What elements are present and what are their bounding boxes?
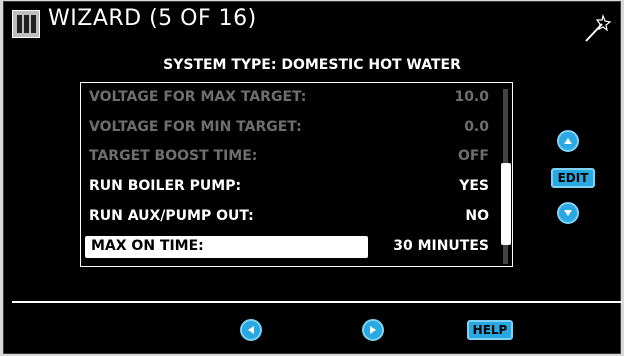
- page-title: WIZARD (5 OF 16): [48, 6, 257, 31]
- list-item-target-boost[interactable]: TARGET BOOST TIME: OFF: [89, 146, 489, 168]
- up-arrow-icon: [564, 138, 572, 144]
- list-item-voltage-max[interactable]: VOLTAGE FOR MAX TARGET: 10.0: [89, 87, 489, 109]
- setting-label: MAX ON TIME:: [91, 238, 204, 254]
- scrollbar-thumb[interactable]: [501, 163, 511, 245]
- right-arrow-icon: [370, 326, 376, 334]
- down-arrow-icon: [564, 210, 572, 216]
- setting-value: NO: [465, 208, 489, 224]
- list-item-voltage-min[interactable]: VOLTAGE FOR MIN TARGET: 0.0: [89, 117, 489, 139]
- setting-label: VOLTAGE FOR MIN TARGET:: [89, 119, 302, 135]
- wizard-screen: WIZARD (5 OF 16) SYSTEM TYPE: DOMESTIC H…: [3, 1, 622, 354]
- list-item-run-boiler-pump[interactable]: RUN BOILER PUMP: YES: [89, 176, 489, 198]
- next-button[interactable]: [362, 319, 384, 341]
- setting-label: VOLTAGE FOR MAX TARGET:: [89, 89, 307, 105]
- setting-label: RUN AUX/PUMP OUT:: [89, 208, 254, 224]
- setting-value: 30 MINUTES: [393, 238, 489, 254]
- footer-divider: [12, 301, 622, 303]
- list-item-run-aux-pump[interactable]: RUN AUX/PUMP OUT: NO: [89, 206, 489, 228]
- help-button[interactable]: HELP: [467, 320, 513, 340]
- setting-label: RUN BOILER PUMP:: [89, 178, 242, 194]
- left-arrow-icon: [248, 326, 254, 334]
- setting-value: 0.0: [464, 119, 489, 135]
- setting-label: TARGET BOOST TIME:: [89, 148, 258, 164]
- scroll-down-button[interactable]: [557, 202, 579, 224]
- brand-logo-icon: [12, 10, 40, 38]
- wizard-wand-icon[interactable]: [582, 14, 612, 44]
- scroll-up-button[interactable]: [557, 130, 579, 152]
- list-item-max-on-time[interactable]: MAX ON TIME: 30 MINUTES: [85, 236, 489, 258]
- settings-list[interactable]: VOLTAGE FOR MAX TARGET: 10.0 VOLTAGE FOR…: [80, 82, 513, 267]
- setting-value: 10.0: [454, 89, 489, 105]
- setting-value: OFF: [457, 148, 489, 164]
- edit-button[interactable]: EDIT: [551, 168, 595, 188]
- previous-button[interactable]: [240, 319, 262, 341]
- setting-value: YES: [459, 178, 489, 194]
- system-type-heading: SYSTEM TYPE: DOMESTIC HOT WATER: [163, 57, 461, 73]
